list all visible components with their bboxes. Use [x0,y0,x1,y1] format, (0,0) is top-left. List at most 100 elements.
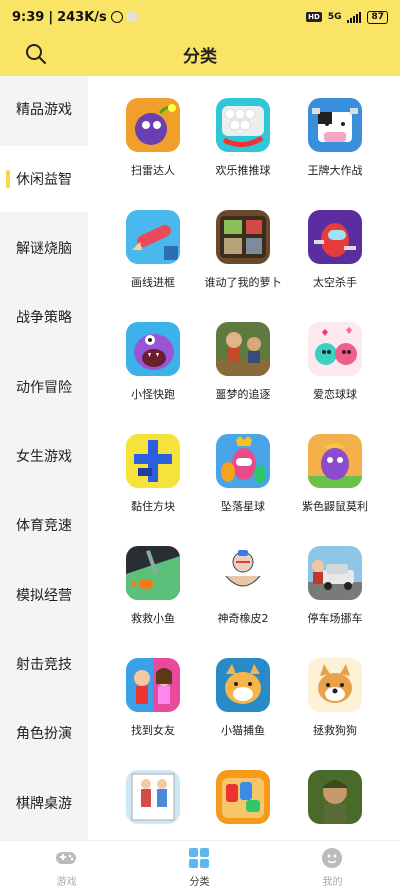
active-indicator [6,170,10,188]
cow-icon [308,98,362,152]
sidebar-item-action[interactable]: 动作冒险 [0,354,88,420]
sidebar-item-girls[interactable]: 女生游戏 [0,423,88,489]
game-item[interactable]: 王牌大作战 [285,76,385,177]
game-name: 噩梦的追逐 [215,388,271,401]
sidebar-item-label: 解谜烧脑 [16,241,72,257]
game-item[interactable]: 紫色鼹鼠莫利 [285,412,385,513]
game-name: 神奇橡皮2 [217,612,269,625]
game-item[interactable]: 噩梦的追逐 [193,300,293,401]
sidebar-item-label: 体育竞速 [16,518,72,534]
sidebar-item-simulation[interactable]: 模拟经营 [0,562,88,628]
soldier-icon [308,770,362,824]
game-item[interactable]: 黏住方块 [103,412,203,513]
fish-icon [126,546,180,600]
couple-icon [126,658,180,712]
category-sidebar: 精品游戏 休闲益智 解谜烧脑 战争策略 动作冒险 女生游戏 体育竞速 模拟经营 … [0,76,88,840]
game-name: 小猫捕鱼 [221,724,265,737]
signal-icon [347,11,362,23]
status-net-speed: 243K/s [57,9,107,25]
dress-icon [126,770,180,824]
page-title: 分类 [183,47,217,67]
game-item[interactable]: 拯救狗狗 [285,636,385,737]
category-icon [189,848,209,868]
game-name: 欢乐推推球 [215,164,271,177]
tab-label: 我的 [322,877,343,888]
status-time: 9:39 [12,9,45,25]
game-item[interactable]: 谁动了我的萝卜 [193,188,293,289]
purple-mole-icon [308,434,362,488]
game-item[interactable]: 小猫捕鱼 [193,636,293,737]
status-bar: 9:39 | 243K/s HD 5G 87 [0,0,400,34]
game-name: 画线进框 [131,276,175,289]
game-item[interactable]: 画线进框 [103,188,203,289]
sidebar-item-sports[interactable]: 体育竞速 [0,492,88,558]
app-header: 9:39 | 243K/s HD 5G 87 分类 [0,0,400,76]
tab-category[interactable]: 分类 [133,841,266,888]
sidebar-item-label: 射击竞技 [16,657,72,673]
battery-icon: 87 [367,10,388,24]
bottom-tab-bar: 游戏 分类 我的 [0,840,400,888]
gamepad-icon [56,852,76,864]
game-name: 黏住方块 [131,500,175,513]
game-name: 小怪快跑 [131,388,175,401]
game-item[interactable]: 坠落星球 [193,412,293,513]
sidebar-item-casual[interactable]: 休闲益智 [0,146,88,212]
game-item[interactable]: 停车场挪车 [285,524,385,625]
sidebar-item-puzzle[interactable]: 解谜烧脑 [0,215,88,281]
bomb-icon [126,98,180,152]
traffic-icon [216,770,270,824]
game-name: 扫雷达人 [131,164,175,177]
balls-icon [216,98,270,152]
blocks-icon [126,434,180,488]
cat-icon [216,658,270,712]
love-balls-icon [308,322,362,376]
game-name: 王牌大作战 [307,164,363,177]
game-grid: 扫雷达人 欢乐推推球 王牌大作战 画线进框 谁动了我的萝卜 太空杀手 小怪快跑 … [88,76,400,840]
game-item[interactable]: 欢乐推推球 [193,76,293,177]
tab-label: 分类 [189,877,210,888]
game-item[interactable] [103,748,203,840]
game-item[interactable]: 神奇橡皮2 [193,524,293,625]
eraser-icon [216,546,270,600]
game-name: 爱恋球球 [313,388,357,401]
sidebar-item-label: 精品游戏 [16,102,72,118]
puzzle-box-icon [216,210,270,264]
tab-games[interactable]: 游戏 [0,841,133,888]
chase-icon [216,322,270,376]
notification-icon [126,12,137,22]
car-icon [308,546,362,600]
profile-icon [322,848,342,868]
game-item[interactable]: 救救小鱼 [103,524,203,625]
network-type: 5G [327,12,342,22]
sidebar-item-rpg[interactable]: 角色扮演 [0,700,88,766]
sidebar-item-strategy[interactable]: 战争策略 [0,284,88,350]
dog-icon [308,658,362,712]
sidebar-item-label: 模拟经营 [16,588,72,604]
game-item[interactable]: 找到女友 [103,636,203,737]
game-name: 拯救狗狗 [313,724,357,737]
sidebar-item-shooter[interactable]: 射击竞技 [0,631,88,697]
fall-guys-icon [216,434,270,488]
tab-label: 游戏 [56,877,77,888]
game-item[interactable]: 小怪快跑 [103,300,203,401]
game-item[interactable]: 太空杀手 [285,188,385,289]
game-name: 紫色鼹鼠莫利 [302,500,368,513]
sidebar-item-label: 女生游戏 [16,449,72,465]
game-name: 谁动了我的萝卜 [204,276,282,289]
sidebar-item-featured[interactable]: 精品游戏 [0,76,88,142]
sidebar-item-board[interactable]: 棋牌桌游 [0,770,88,836]
hd-icon: HD [306,12,322,22]
game-item[interactable] [193,748,293,840]
sidebar-item-label: 休闲益智 [16,172,72,188]
game-name: 坠落星球 [221,500,265,513]
game-item[interactable] [285,748,385,840]
game-item[interactable]: 扫雷达人 [103,76,203,177]
game-name: 停车场挪车 [307,612,363,625]
game-name: 太空杀手 [313,276,357,289]
tab-profile[interactable]: 我的 [266,841,399,888]
game-item[interactable]: 爱恋球球 [285,300,385,401]
sidebar-item-label: 棋牌桌游 [16,796,72,812]
monster-icon [126,322,180,376]
sidebar-item-label: 角色扮演 [16,726,72,742]
game-name: 找到女友 [131,724,175,737]
